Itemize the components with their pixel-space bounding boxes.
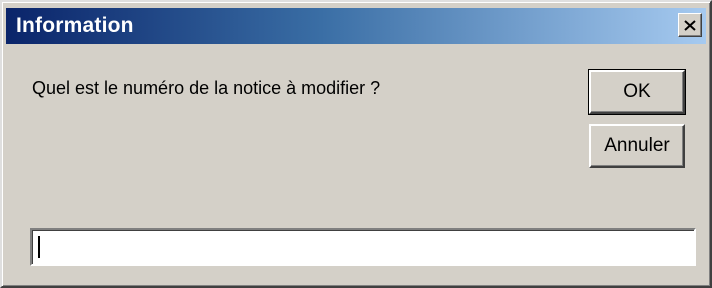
title-bar[interactable]: Information	[6, 8, 706, 44]
text-caret	[38, 236, 40, 258]
ok-button[interactable]: OK	[588, 69, 686, 115]
close-button[interactable]	[678, 13, 702, 37]
notice-number-input[interactable]	[30, 228, 696, 266]
cancel-button[interactable]: Annuler	[589, 124, 685, 168]
dialog-title: Information	[16, 14, 134, 37]
close-icon	[684, 19, 696, 31]
prompt-text: Quel est le numéro de la notice à modifi…	[32, 78, 381, 98]
